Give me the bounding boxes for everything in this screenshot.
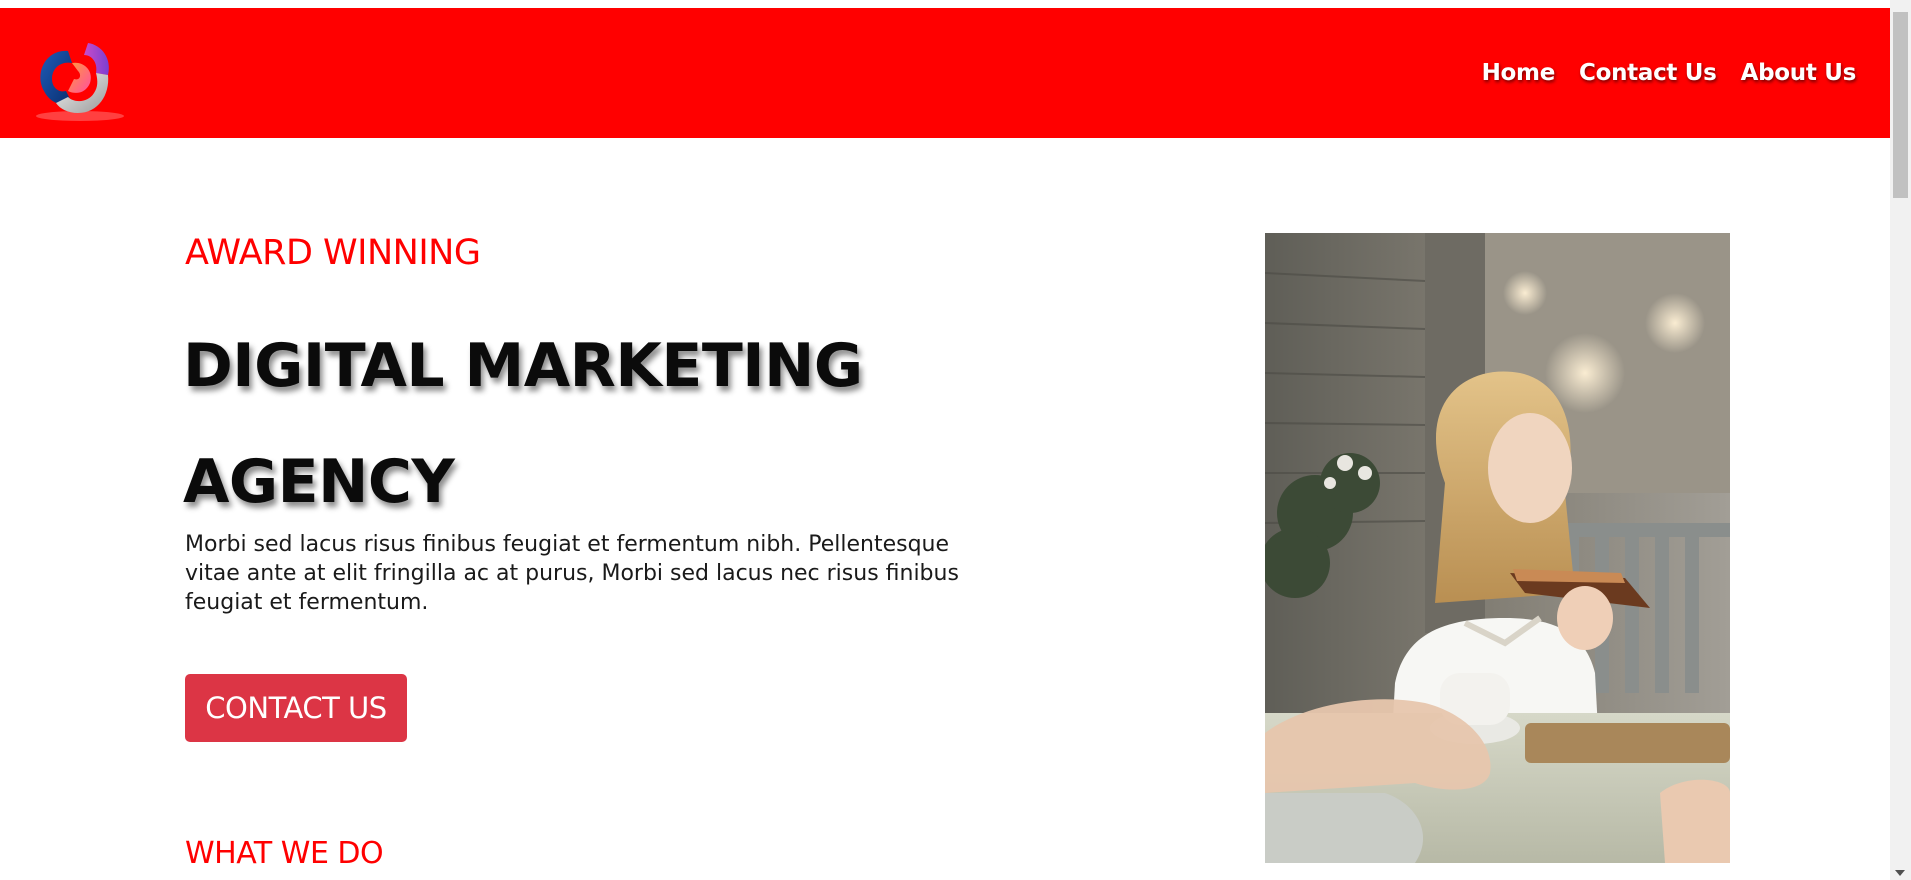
scroll-thumb[interactable] (1893, 12, 1908, 198)
navbar: Home Contact Us About Us (0, 8, 1890, 138)
hero-photo (1265, 233, 1730, 863)
hero-title: DIGITAL MARKETING AGENCY (183, 308, 863, 540)
nav-links: Home Contact Us About Us (1482, 60, 1857, 86)
hero-eyebrow: AWARD WINNING (185, 233, 481, 273)
page-scrollbar[interactable] (1890, 0, 1911, 880)
hero-title-line1: DIGITAL MARKETING (183, 331, 863, 401)
top-strip (0, 0, 1890, 8)
hero-body: Morbi sed lacus risus finibus feugiat et… (185, 532, 959, 615)
scroll-down-arrow-icon[interactable] (1895, 870, 1905, 876)
hero-title-line2: AGENCY (183, 447, 455, 517)
brand-logo[interactable] (28, 33, 128, 128)
contact-us-button[interactable]: CONTACT US (185, 674, 407, 742)
nav-contact-link[interactable]: Contact Us (1579, 60, 1717, 86)
nav-about-link[interactable]: About Us (1741, 60, 1857, 86)
logo-icon (36, 43, 124, 121)
what-we-do-heading: WHAT WE DO (185, 836, 384, 871)
nav-home-link[interactable]: Home (1482, 60, 1556, 86)
